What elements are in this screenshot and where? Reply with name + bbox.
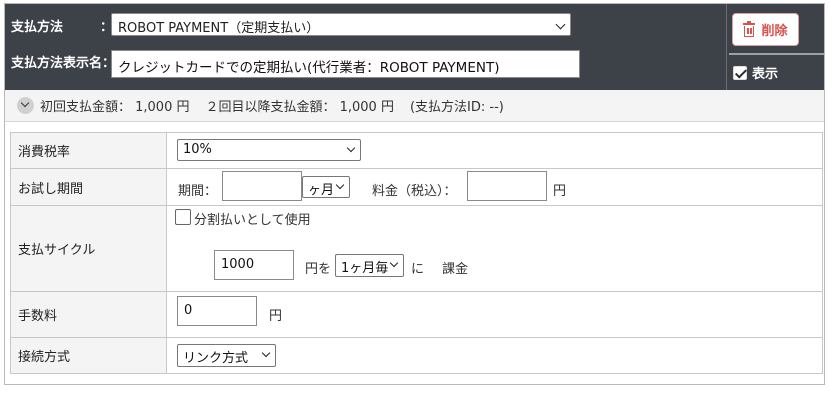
tax-rate-label: 消費税率 xyxy=(10,132,167,169)
payment-method-select[interactable]: ROBOT PAYMENT（定期支払い） xyxy=(111,13,571,36)
cycle-amount-unit: 円を xyxy=(305,262,332,277)
fee-cell: 0 円 xyxy=(166,291,823,338)
payment-settings-table: 消費税率 10% お試し期間 期間： ヶ月 料金（税込）： 円 支払サイクル 分… xyxy=(10,132,823,374)
payment-cycle-cell: 分割払いとして使用 1000 円を 1ヶ月毎 に 課金 xyxy=(166,205,823,292)
header-separator xyxy=(729,53,824,55)
trial-fee-label: 料金（税込）： xyxy=(372,184,457,199)
chevron-down-icon xyxy=(261,348,271,358)
delete-button-label: 削除 xyxy=(761,24,788,39)
delete-button[interactable]: 削除 xyxy=(732,13,799,46)
fee-row: 手数料 0 円 xyxy=(10,291,823,338)
header-divider xyxy=(726,4,727,90)
payment-method-select-value: ROBOT PAYMENT（定期支払い） xyxy=(118,21,320,36)
tax-rate-cell: 10% xyxy=(166,132,823,169)
trial-period-unit-value: ヶ月 xyxy=(308,183,335,198)
payment-method-panel: 支払方法 ： ROBOT PAYMENT（定期支払い） 支払方法表示名： クレジ… xyxy=(4,3,825,385)
payment-method-id: (支払方法ID: --) xyxy=(409,100,504,115)
payment-method-header: 支払方法 ： ROBOT PAYMENT（定期支払い） 支払方法表示名： クレジ… xyxy=(5,4,824,90)
cycle-interval-value: 1ヶ月毎 xyxy=(341,261,389,276)
cycle-charge: 課金 xyxy=(442,262,469,277)
show-checkbox[interactable] xyxy=(733,65,747,80)
trial-period-input[interactable] xyxy=(222,171,302,201)
second-amount: ２回目以降支払金額： 1,000 円 xyxy=(205,100,394,115)
connection-label: 接続方式 xyxy=(10,337,167,374)
trial-fee-unit: 円 xyxy=(553,184,567,199)
amount-summary: 初回支払金額： 1,000 円 ２回目以降支払金額： 1,000 円 (支払方法… xyxy=(5,90,824,122)
trial-cell: 期間： ヶ月 料金（税込）： 円 xyxy=(166,168,823,206)
tax-rate-row: 消費税率 10% xyxy=(10,132,823,169)
chevron-down-icon xyxy=(389,258,399,268)
trash-icon xyxy=(743,21,756,37)
tax-rate-select[interactable]: 10% xyxy=(177,139,361,161)
installment-label: 分割払いとして使用 xyxy=(194,213,311,228)
cycle-amount-input[interactable]: 1000 xyxy=(214,250,294,280)
connection-select[interactable]: リンク方式 xyxy=(177,344,276,367)
cycle-ni: に xyxy=(411,262,425,277)
show-label: 表示 xyxy=(752,67,779,82)
payment-cycle-label: 支払サイクル xyxy=(10,205,167,292)
display-name-input-value: クレジットカードでの定期払い(代行業者：ROBOT PAYMENT) xyxy=(118,60,500,76)
connection-value: リンク方式 xyxy=(183,351,249,366)
chevron-down-icon xyxy=(346,143,356,153)
trial-period-label: 期間： xyxy=(178,184,218,199)
tax-rate-value: 10% xyxy=(183,142,212,157)
fee-unit: 円 xyxy=(269,309,283,324)
display-name-label: 支払方法表示名： xyxy=(11,56,116,71)
display-name-input[interactable]: クレジットカードでの定期払い(代行業者：ROBOT PAYMENT) xyxy=(111,50,580,78)
chevron-down-icon xyxy=(555,19,566,30)
payment-method-label: 支払方法 xyxy=(11,20,64,35)
payment-cycle-row: 支払サイクル 分割払いとして使用 1000 円を 1ヶ月毎 に 課金 xyxy=(10,205,823,292)
chevron-down-icon xyxy=(335,180,345,190)
show-toggle[interactable]: 表示 xyxy=(733,63,778,82)
trial-fee-input[interactable] xyxy=(467,171,547,201)
first-amount: 初回支払金額： 1,000 円 xyxy=(40,100,190,115)
fee-label: 手数料 xyxy=(10,291,167,338)
trial-row: お試し期間 期間： ヶ月 料金（税込）： 円 xyxy=(10,168,823,206)
cycle-interval-select[interactable]: 1ヶ月毎 xyxy=(335,254,404,277)
trial-period-unit-select[interactable]: ヶ月 xyxy=(302,176,350,198)
fee-input[interactable]: 0 xyxy=(177,296,257,326)
connection-row: 接続方式 リンク方式 xyxy=(10,337,823,374)
chevron-down-icon[interactable] xyxy=(17,97,34,114)
connection-cell: リンク方式 xyxy=(166,337,823,374)
trial-label: お試し期間 xyxy=(10,168,167,206)
installment-checkbox[interactable] xyxy=(175,209,191,225)
